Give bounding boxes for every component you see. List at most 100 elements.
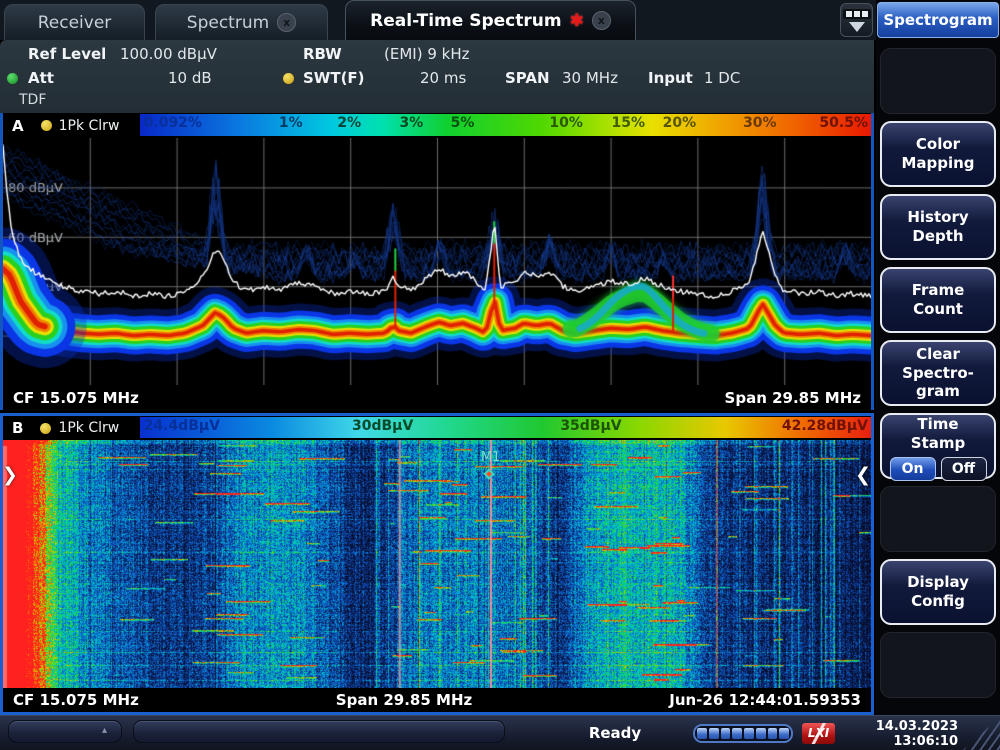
ref-level-label: Ref Level [28,45,106,63]
clear-spectrogram-button[interactable]: Clear Spectro- gram [880,340,996,406]
chevron-down-icon [849,22,865,32]
window-layout-button[interactable] [840,3,873,37]
tdf-label: TDF [19,92,46,108]
measurement-progress-bar [693,724,793,743]
window-a-plot-area [3,138,871,385]
settings-bar: Ref Level 100.00 dBµV RBW (EMI) 9 kHz At… [0,40,874,113]
scale-label: 35dBµV [560,418,621,434]
resize-grip[interactable] [962,717,1000,750]
close-icon[interactable]: x [277,13,296,32]
window-b-timestamp: Jun-26 12:44:01.59353 [669,691,861,709]
window-a-cf: CF 15.075 MHz [13,389,139,407]
scale-label: 20% [663,115,697,131]
scale-label: 10% [549,115,583,131]
amplitude-color-scale: 24.4dBµV 30dBµV 35dBµV 42.28dBµV [140,417,871,438]
display-config-button[interactable]: Display Config [880,559,996,625]
span-value[interactable]: 30 MHz [562,69,618,87]
progress-segment [744,728,754,739]
window-b-header: B 1Pk Clrw 24.4dBµV 30dBµV 35dBµV 42.28dBµV [3,416,871,440]
trace-active-icon [40,423,51,434]
input-value[interactable]: 1 DC [704,69,740,87]
progress-segment [768,728,778,739]
tab-real-time-spectrum-label: Real-Time Spectrum [370,11,561,31]
time-label: 13:06:10 [876,734,958,749]
scale-label: 50.5% [819,115,868,131]
progress-segment [756,728,766,739]
close-icon[interactable]: x [592,11,611,30]
time-stamp-button[interactable]: Time Stamp On Off [880,413,996,479]
window-b-span: Span 29.85 MHz [139,691,669,709]
window-b-id: B [12,419,23,437]
progress-segment [697,728,707,739]
trace-active-icon [41,120,52,131]
att-label: Att [28,69,54,87]
date-label: 14.03.2023 [876,719,958,734]
scale-label: 3% [400,115,424,131]
date-time: 14.03.2023 13:06:10 [876,719,958,749]
scale-label: 2% [337,115,361,131]
scale-label: 30% [743,115,777,131]
status-message-bar[interactable] [133,720,505,743]
window-b-cf: CF 15.075 MHz [13,691,139,709]
scale-label: 1% [279,115,303,131]
rbw-label: RBW [303,45,342,63]
tab-spectrum[interactable]: Spectrum x [155,4,328,40]
progress-segment [721,728,731,739]
spectrogram-canvas[interactable] [3,440,871,688]
tab-receiver[interactable]: Receiver [4,4,145,40]
window-a-trace-label: 1Pk Clrw [59,118,120,134]
scale-label: 30dBµV [352,418,413,434]
tab-receiver-label: Receiver [38,13,112,33]
persistence-spectrum-canvas[interactable] [3,138,871,385]
tab-spectrum-label: Spectrum [187,13,269,33]
frame-count-button[interactable]: Frame Count [880,267,996,333]
rbw-value[interactable]: (EMI) 9 kHz [384,45,469,63]
window-a-id: A [12,117,24,135]
frame-arrow-right-icon: ❮ [855,464,871,486]
instrument-screen: Receiver Spectrum x Real-Time Spectrum ✱… [0,0,1000,750]
star-icon: ✱ [570,11,584,31]
window-b-spectrogram: B 1Pk Clrw 24.4dBµV 30dBµV 35dBµV 42.28dBµV… [0,413,874,715]
window-b-plot-area: M1 ❯ ❮ [3,440,871,688]
status-bar: ▴ Ready LXI 14.03.2023 13:06:10 [0,715,1000,750]
progress-segment [732,728,742,739]
window-a-span: Span 29.85 MHz [725,389,861,407]
softkey-menu-title: Spectrogram [877,2,999,38]
mini-arrow-icon: ▴ [102,725,107,736]
window-tiles-icon [843,9,871,19]
progress-segment [779,728,789,739]
density-color-scale: 0.092% 1% 2% 3% 5% 10% 15% 20% 30% 50.5% [140,114,871,136]
progress-segment [709,728,719,739]
scale-label: 24.4dBµV [144,418,220,434]
status-left-button[interactable]: ▴ [8,720,122,743]
input-label: Input [648,69,693,87]
scale-label: 42.28dBµV [782,418,868,434]
time-stamp-on-button[interactable]: On [890,457,936,481]
time-stamp-off-button[interactable]: Off [941,457,987,481]
window-a-persistence-spectrum: A 1Pk Clrw 0.092% 1% 2% 3% 5% 10% 15% 20% 30% 50.… [0,113,874,410]
swt-status-icon [283,73,294,84]
att-status-icon [7,73,18,84]
span-label: SPAN [505,69,550,87]
window-b-footer: CF 15.075 MHz Span 29.85 MHz Jun-26 12:4… [3,688,871,712]
att-value[interactable]: 10 dB [168,69,212,87]
softkey-sidebar: Spectrogram Color Mapping History Depth … [876,0,1000,715]
tab-real-time-spectrum[interactable]: Real-Time Spectrum ✱ x [345,0,636,40]
window-b-trace-label: 1Pk Clrw [58,420,119,436]
ref-level-value[interactable]: 100.00 dBµV [120,45,217,63]
scale-label: 0.092% [144,115,202,131]
window-a-footer: CF 15.075 MHz Span 29.85 MHz [3,385,871,410]
lxi-indicator: LXI [802,723,835,744]
frame-arrow-left-icon: ❯ [2,464,18,486]
swt-label: SWT(F) [303,69,365,87]
ready-status: Ready [560,724,670,742]
color-mapping-button[interactable]: Color Mapping [880,121,996,187]
swt-value[interactable]: 20 ms [420,69,466,87]
softkey-empty-slot [880,632,996,698]
time-stamp-label: Time Stamp [888,415,988,453]
scale-label: 5% [451,115,475,131]
tab-bar: Receiver Spectrum x Real-Time Spectrum ✱… [0,0,876,40]
softkey-empty-slot [880,48,996,114]
history-depth-button[interactable]: History Depth [880,194,996,260]
scale-label: 15% [611,115,645,131]
